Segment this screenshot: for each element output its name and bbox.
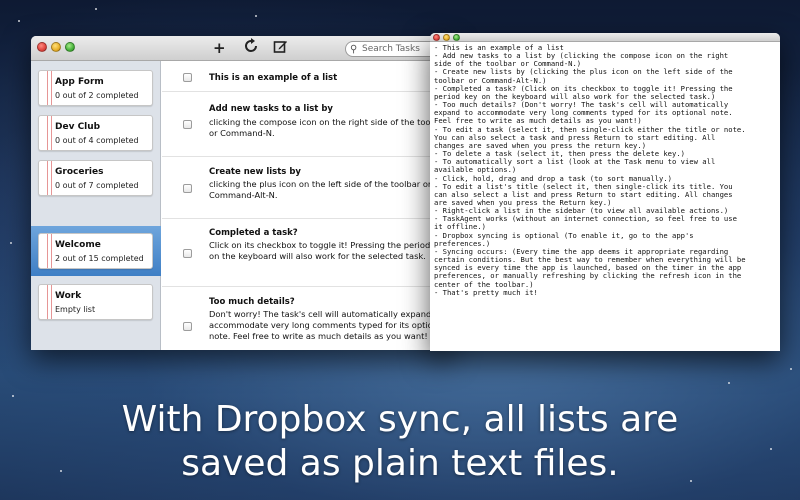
star [95,8,97,10]
compose-icon [273,41,287,53]
list-name: Welcome [55,240,101,250]
lists-sidebar: App Form 0 out of 2 completed Dev Club 0… [31,61,161,350]
close-button[interactable] [433,34,440,41]
star [728,382,730,384]
list-count: 0 out of 4 completed [55,136,139,145]
search-placeholder: Search Tasks [362,44,420,54]
list-item-groceries[interactable]: Groceries 0 out of 7 completed [38,160,153,196]
task-checkbox[interactable] [183,73,192,82]
task-list: This is an example of a list Add new tas… [162,61,450,350]
refresh-button[interactable] [243,37,259,55]
text-file-window: - This is an example of a list - Add new … [430,33,780,351]
task-checkbox[interactable] [183,249,192,258]
close-button[interactable] [37,42,47,52]
task-note: clicking the plus icon on the left side … [209,179,432,200]
list-count: 0 out of 2 completed [55,91,139,100]
zoom-button[interactable] [453,34,460,41]
list-item-welcome[interactable]: Welcome 2 out of 15 completed [38,233,153,269]
window-controls [433,34,460,41]
task-note: Don't worry! The task's cell will automa… [209,309,446,341]
task-title: Create new lists by [209,167,301,177]
list-name: App Form [55,77,104,87]
task-checkbox[interactable] [183,120,192,129]
caption-line-2: saved as plain text files. [181,443,619,484]
task-row[interactable]: Too much details? Don't worry! The task'… [162,287,450,350]
list-count: 0 out of 7 completed [55,181,139,190]
star [10,242,12,244]
minimize-button[interactable] [443,34,450,41]
task-checkbox[interactable] [183,184,192,193]
refresh-icon [245,38,257,52]
list-count: 2 out of 15 completed [55,254,144,263]
task-row[interactable]: Create new lists by clicking the plus ic… [162,157,450,219]
task-note: Click on its checkbox to toggle it! Pres… [209,240,447,261]
window-toolbar: + ⚲ Search Tasks [31,36,450,61]
window-controls [37,42,75,52]
task-row[interactable]: This is an example of a list [162,61,450,92]
task-title: This is an example of a list [209,73,338,83]
task-title: Too much details? [209,297,295,307]
minimize-button[interactable] [51,42,61,52]
list-name: Dev Club [55,122,101,132]
text-line: - That's pretty much it! [434,287,538,297]
task-title: Completed a task? [209,228,298,238]
task-title: Add new tasks to a list by [209,104,333,114]
list-item-work[interactable]: Work Empty list [38,284,153,320]
list-item-app-form[interactable]: App Form 0 out of 2 completed [38,70,153,106]
task-row[interactable]: Add new tasks to a list by clicking the … [162,92,450,157]
zoom-button[interactable] [65,42,75,52]
caption-line-1: With Dropbox sync, all lists are [121,399,679,440]
text-window-titlebar [430,33,780,42]
star [255,15,257,17]
compose-task-button[interactable] [273,39,288,57]
task-checkbox[interactable] [183,322,192,331]
star [18,20,20,22]
search-icon: ⚲ [350,44,358,55]
star [790,368,792,370]
list-item-dev-club[interactable]: Dev Club 0 out of 4 completed [38,115,153,151]
add-list-button[interactable]: + [213,39,226,57]
star [12,395,14,397]
task-note: clicking the compose icon on the right s… [209,117,447,138]
plain-text-content[interactable]: - This is an example of a list - Add new … [434,43,778,297]
taskagent-window: + ⚲ Search Tasks App Form 0 out of 2 com… [31,36,450,350]
list-count: Empty list [55,305,96,314]
task-row[interactable]: Completed a task? Click on its checkbox … [162,219,450,287]
list-name: Groceries [55,167,104,177]
plus-icon: + [213,39,226,57]
list-name: Work [55,291,82,301]
